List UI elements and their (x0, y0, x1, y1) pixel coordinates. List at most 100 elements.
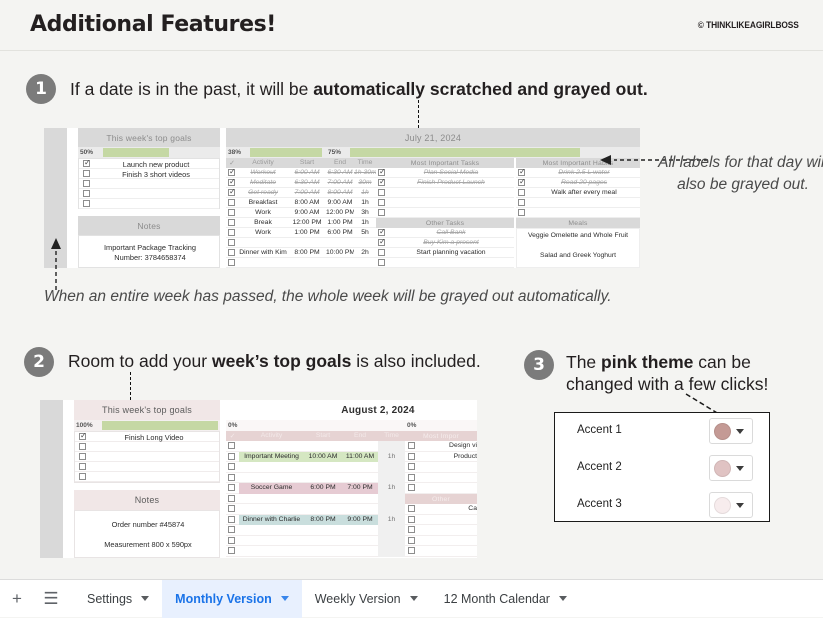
goal-checkbox[interactable] (83, 180, 90, 187)
habits-row[interactable]: Read 20 pages (516, 177, 640, 188)
schedule-row[interactable] (226, 546, 405, 557)
habits-row[interactable]: Drink 2.5 L water (516, 167, 640, 178)
schedule-row[interactable]: Meditate 6:30 AM 7:00 AM 30m (226, 177, 376, 188)
goal-row[interactable] (75, 452, 219, 462)
goal-checkbox[interactable] (79, 473, 86, 480)
mit-checkbox[interactable] (378, 189, 385, 196)
schedule-row[interactable]: Work 9:00 AM 12:00 PM 3h (226, 208, 376, 218)
schedule-row[interactable]: Break 12:00 PM 1:00 PM 1h (226, 218, 376, 228)
schedule-row[interactable] (226, 462, 405, 473)
other-task-checkbox[interactable] (408, 505, 415, 512)
accent-color-picker[interactable] (709, 492, 753, 518)
other-task-row[interactable] (376, 258, 514, 268)
mit-checkbox[interactable] (378, 167, 386, 176)
schedule-checkbox[interactable] (228, 484, 235, 491)
other-task-checkbox[interactable] (378, 227, 386, 236)
schedule-checkbox[interactable] (228, 249, 235, 256)
schedule-checkbox[interactable] (228, 547, 235, 554)
schedule-row[interactable] (226, 535, 405, 546)
schedule-row[interactable] (226, 504, 405, 515)
schedule-row[interactable]: Breakfast 8:00 AM 9:00 AM 1h (226, 198, 376, 208)
schedule-checkbox[interactable] (228, 209, 235, 216)
mit-row[interactable]: Design vi (405, 441, 477, 452)
schedule-checkbox[interactable] (228, 463, 235, 470)
habits-checkbox[interactable] (518, 189, 525, 196)
mit-row[interactable] (376, 198, 514, 208)
mit-row[interactable]: Product (405, 452, 477, 462)
other-task-row[interactable]: Ca (405, 504, 477, 515)
goal-checkbox[interactable] (79, 453, 86, 460)
schedule-checkbox[interactable] (228, 219, 235, 226)
mit-checkbox[interactable] (378, 177, 386, 186)
week-1-task-panels[interactable]: Most Important TasksPlan Social Media Fin… (376, 158, 640, 268)
schedule-checkbox[interactable] (228, 536, 235, 544)
other-task-checkbox[interactable] (378, 237, 386, 246)
goal-checkbox[interactable] (83, 190, 90, 197)
schedule-row[interactable] (226, 258, 376, 268)
all-sheets-icon[interactable]: ☰ (34, 580, 68, 618)
goal-checkbox[interactable] (79, 431, 87, 440)
other-task-checkbox[interactable] (408, 515, 415, 523)
other-task-checkbox[interactable] (378, 259, 385, 266)
other-task-row[interactable]: Call Bank (376, 227, 514, 238)
other-task-checkbox[interactable] (378, 249, 385, 256)
schedule-row[interactable] (226, 238, 376, 248)
mit-row[interactable]: Plan Social Media (376, 167, 514, 178)
schedule-row[interactable]: Workout 6:00 AM 6:30 AM1h 30m (226, 167, 376, 178)
schedule-checkbox[interactable] (228, 452, 235, 460)
schedule-row[interactable]: Dinner with Charlie 8:00 PM 9:00 PM 1h (226, 514, 405, 525)
habits-checkbox[interactable] (518, 167, 526, 176)
schedule-checkbox[interactable] (228, 167, 236, 176)
other-task-row[interactable] (405, 546, 477, 557)
mit-row[interactable] (405, 473, 477, 483)
schedule-row[interactable] (226, 493, 405, 504)
accent-row-1[interactable]: Accent 1 (555, 414, 771, 450)
schedule-row[interactable] (226, 441, 405, 452)
sheet-tab-weekly-version[interactable]: Weekly Version (302, 580, 431, 618)
other-task-row[interactable] (405, 525, 477, 536)
goal-checkbox[interactable] (83, 158, 91, 167)
schedule-checkbox[interactable] (228, 515, 235, 523)
goal-row[interactable] (75, 462, 219, 472)
other-task-checkbox[interactable] (408, 526, 415, 533)
habits-row[interactable]: Walk after every meal (516, 188, 640, 198)
mit-row[interactable] (405, 462, 477, 473)
habits-checkbox[interactable] (518, 209, 525, 216)
mit-row[interactable] (376, 208, 514, 218)
goal-checkbox[interactable] (79, 443, 86, 450)
schedule-checkbox[interactable] (228, 259, 235, 266)
accent-color-picker[interactable] (709, 418, 753, 444)
goal-row[interactable] (75, 442, 219, 452)
goal-row[interactable] (75, 472, 219, 482)
mit-checkbox[interactable] (408, 452, 415, 460)
sheet-tab-settings[interactable]: Settings (74, 580, 162, 618)
week-1-notes-body[interactable]: Important Package Tracking Number: 37846… (78, 235, 220, 268)
meals-box[interactable] (516, 228, 640, 268)
goal-row[interactable] (79, 199, 219, 209)
schedule-checkbox[interactable] (228, 177, 236, 186)
habits-checkbox[interactable] (518, 199, 525, 206)
accent-color-panel[interactable]: Accent 1 Accent 2 Accent 3 (554, 412, 770, 522)
accent-row-2[interactable]: Accent 2 (555, 451, 771, 487)
goal-row[interactable] (79, 189, 219, 199)
goal-row[interactable]: Launch new product (79, 158, 219, 169)
goal-row[interactable] (79, 179, 219, 189)
goal-row[interactable]: Finish 3 short videos (79, 169, 219, 179)
mit-row[interactable] (405, 483, 477, 494)
mit-checkbox[interactable] (408, 442, 415, 449)
schedule-row[interactable]: Get ready 7:00 AM 8:00 AM 1h (226, 187, 376, 198)
schedule-checkbox[interactable] (228, 526, 235, 533)
accent-row-3[interactable]: Accent 3 (555, 488, 771, 524)
week-2-schedule-table[interactable]: ✓ Activity Start End Time Important Meeting 10… (226, 431, 405, 558)
schedule-checkbox[interactable] (228, 229, 235, 236)
mit-checkbox[interactable] (408, 484, 415, 491)
week-1-goals-list[interactable]: Launch new productFinish 3 short videos (78, 158, 220, 209)
sheet-tab-12-month-calendar[interactable]: 12 Month Calendar (431, 580, 580, 618)
goal-checkbox[interactable] (83, 170, 90, 177)
goal-row[interactable]: Finish Long Video (75, 431, 219, 442)
schedule-row[interactable]: Important Meeting 10:00 AM 11:00 AM 1h (226, 451, 405, 462)
schedule-checkbox[interactable] (228, 473, 235, 481)
schedule-row[interactable]: Work 1:00 PM 6:00 PM 5h (226, 228, 376, 238)
other-task-row[interactable] (405, 536, 477, 546)
week-2-goals-list[interactable]: Finish Long Video (74, 431, 220, 483)
